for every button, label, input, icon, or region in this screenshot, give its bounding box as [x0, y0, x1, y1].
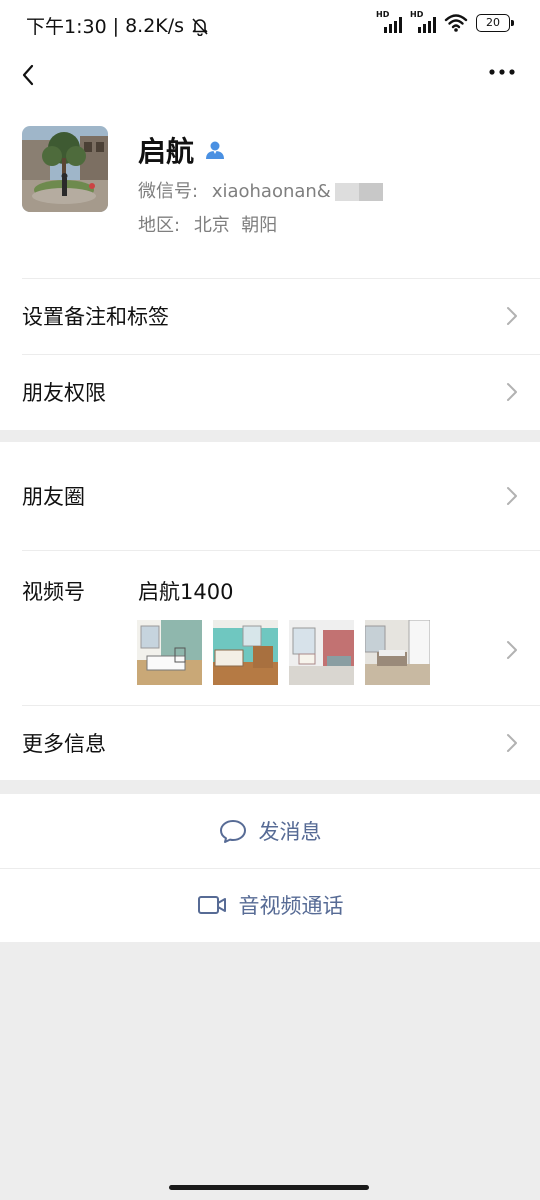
friend-permissions-row[interactable]: 朋友权限	[0, 354, 540, 430]
status-bar: 下午1:30 | 8.2K/s HD HD 20	[0, 0, 540, 48]
channels-row[interactable]: 视频号 启航1400	[0, 550, 540, 705]
channels-label: 视频号	[22, 580, 85, 604]
info-group: 朋友圈 视频号 启航1400 更多信息	[0, 442, 540, 780]
battery-icon: 20	[476, 14, 514, 32]
send-message-button[interactable]: 发消息	[0, 794, 540, 868]
redacted-mark	[334, 183, 383, 201]
wechat-id: 微信号: xiaohaonan&	[138, 177, 383, 203]
divider	[22, 550, 540, 551]
chevron-right-icon	[507, 383, 517, 401]
actions-group: 发消息 音视频通话	[0, 794, 540, 942]
status-left: 下午1:30 | 8.2K/s	[26, 12, 210, 39]
chat-bubble-icon	[219, 820, 246, 843]
status-right: HD HD 20	[376, 10, 514, 33]
signal-icon: HD	[410, 10, 436, 33]
divider	[22, 705, 540, 706]
remark-tags-label: 设置备注和标签	[22, 305, 169, 329]
send-message-label: 发消息	[258, 820, 322, 844]
signal-icon: HD	[376, 10, 402, 33]
friend-permissions-label: 朋友权限	[22, 381, 106, 405]
moments-label: 朋友圈	[22, 485, 85, 509]
bell-muted-icon	[192, 17, 208, 36]
status-time: 下午1:30	[26, 16, 107, 38]
channels-thumbnails	[137, 620, 430, 685]
contact-name: 启航	[138, 135, 195, 168]
home-indicator[interactable]	[169, 1185, 369, 1190]
chevron-right-icon	[507, 733, 517, 752]
region-value: 北京 朝阳	[193, 215, 278, 236]
region-label: 地区:	[138, 215, 181, 236]
name-row: 启航	[138, 130, 226, 170]
more-dots-icon[interactable]	[482, 56, 522, 92]
remark-tags-row[interactable]: 设置备注和标签	[0, 278, 540, 354]
moments-row[interactable]: 朋友圈	[0, 442, 540, 550]
network-speed: 8.2K/s	[125, 14, 185, 37]
divider	[22, 278, 540, 279]
more-info-label: 更多信息	[22, 731, 106, 756]
video-thumbnail[interactable]	[213, 620, 278, 685]
chevron-right-icon	[507, 487, 517, 505]
divider	[0, 868, 540, 869]
video-thumbnail[interactable]	[289, 620, 354, 685]
chevron-right-icon	[507, 307, 517, 325]
more-info-row[interactable]: 更多信息	[0, 705, 540, 780]
divider	[22, 354, 540, 355]
back-arrow-icon[interactable]	[14, 54, 54, 94]
region: 地区: 北京 朝阳	[138, 211, 277, 237]
profile-header: 启航 微信号: xiaohaonan& 地区: 北京 朝阳	[0, 100, 540, 278]
video-thumbnail[interactable]	[365, 620, 430, 685]
avatar[interactable]	[22, 126, 108, 212]
wifi-icon	[444, 14, 468, 32]
video-call-label: 音视频通话	[238, 894, 344, 918]
settings-group: 设置备注和标签 朋友权限	[0, 278, 540, 430]
nav-bar	[0, 48, 540, 100]
verified-user-icon	[206, 141, 225, 159]
video-call-button[interactable]: 音视频通话	[0, 868, 540, 942]
video-camera-icon	[197, 896, 226, 914]
channels-name: 启航1400	[138, 580, 234, 604]
wechat-id-value: xiaohaonan&	[211, 181, 331, 202]
chevron-right-icon	[507, 641, 517, 659]
wechat-id-label: 微信号:	[138, 181, 199, 202]
status-separator: |	[112, 14, 120, 37]
video-thumbnail[interactable]	[137, 620, 202, 685]
